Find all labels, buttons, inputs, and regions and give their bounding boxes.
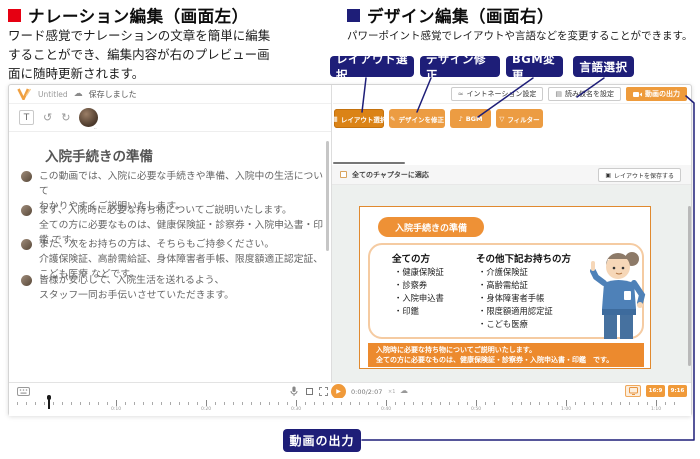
blue-square-bullet bbox=[347, 9, 360, 22]
titlebar: Untitled ☁ 保存しました bbox=[9, 85, 331, 104]
save-icon: ▣ bbox=[605, 172, 611, 179]
save-layout-label: レイアウトを保存する bbox=[614, 171, 674, 180]
grid-icon: ▦ bbox=[332, 115, 338, 123]
video-export-button[interactable]: 動画の出力 bbox=[626, 87, 687, 101]
ratio-9-16-button[interactable]: 9:16 bbox=[668, 385, 687, 397]
callout-bgm-change: BGM変更 bbox=[506, 56, 563, 77]
furigana-label: 読み仮名を設定 bbox=[565, 89, 614, 99]
filter-label: フィルター bbox=[507, 114, 539, 124]
playback-time: 0:00/2:07 bbox=[351, 388, 382, 396]
slide-col2-header: その他下記お持ちの方 bbox=[476, 251, 571, 265]
slide-canvas[interactable]: 入院手続きの準備 全ての方 健康保険証 診察券 入院申込書 印鑑 その他下記お持… bbox=[359, 206, 651, 369]
app-window: Untitled ☁ 保存しました ≈ イントネーション設定 ▤ 読み仮名を設定… bbox=[8, 84, 692, 416]
avatar-dots: ‥ bbox=[93, 125, 96, 131]
cloud-icon: ☁ bbox=[400, 386, 408, 395]
layout-select-label: レイアウト選択 bbox=[341, 114, 387, 124]
layout-select-button[interactable]: ▦ レイアウト選択 bbox=[334, 109, 384, 128]
intonation-settings-button[interactable]: ≈ イントネーション設定 bbox=[451, 87, 544, 101]
filter-button[interactable]: ▽ フィルター bbox=[496, 109, 543, 128]
chapter-options-row: 全てのチャプターに適応 ▣ レイアウトを保存する bbox=[332, 165, 691, 185]
apply-all-label: 全てのチャプターに適応 bbox=[352, 170, 429, 180]
slide-preview-area: 入院手続きの準備 全ての方 健康保険証 診察券 入院申込書 印鑑 その他下記お持… bbox=[332, 185, 691, 382]
paragraph-avatar[interactable] bbox=[21, 239, 32, 250]
timeline[interactable]: 0:10 0:20 0:30 0:40 0:50 1:00 1:10 bbox=[9, 398, 691, 416]
bgm-button[interactable]: ♪ BGM bbox=[450, 109, 491, 128]
video-export-label: 動画の出力 bbox=[645, 89, 680, 99]
timeline-label: 0:10 bbox=[111, 407, 121, 412]
monitor-icon bbox=[629, 387, 638, 395]
slide-col2-items: 介護保険証 高齢需給証 身体障害者手帳 限度額適用認定証 こども医療 bbox=[478, 266, 553, 331]
redo-icon[interactable]: ↻ bbox=[61, 112, 70, 123]
preview-scrollbar[interactable] bbox=[688, 206, 691, 366]
left-section-heading: ナレーション編集（画面左） bbox=[8, 3, 249, 27]
player-bar: ▶ 0:00/2:07 ×1 ☁ 16:9 9:16 bbox=[9, 382, 691, 398]
timeline-label: 0:40 bbox=[381, 407, 391, 412]
right-section-title: デザイン編集（画面右） bbox=[367, 3, 554, 27]
nurse-illustration bbox=[590, 247, 646, 341]
design-fix-button[interactable]: ✎ デザインを修正 bbox=[389, 109, 445, 128]
fullscreen-icon[interactable] bbox=[319, 387, 328, 396]
callout-video-export: 動画の出力 bbox=[283, 429, 361, 452]
narration-paragraph[interactable]: 皆様が安心して、入院生活を送れるよう、 スタッフ一同お手伝いさせていただきます。 bbox=[39, 273, 325, 303]
timeline-label: 0:20 bbox=[201, 407, 211, 412]
wave-icon: ≈ bbox=[458, 90, 464, 98]
timeline-label: 0:30 bbox=[291, 407, 301, 412]
timeline-label: 1:00 bbox=[561, 407, 571, 412]
slide-col1-header: 全ての方 bbox=[392, 251, 430, 265]
filter-icon: ▽ bbox=[499, 115, 504, 123]
play-icon: ▶ bbox=[336, 388, 341, 395]
tutorial-graphic: ナレーション編集（画面左） ワード感覚でナレーションの文章を簡単に編集 すること… bbox=[0, 0, 700, 459]
pencil-icon: ✎ bbox=[390, 115, 395, 123]
music-note-icon: ♪ bbox=[459, 115, 463, 123]
bgm-label: BGM bbox=[466, 115, 483, 123]
stop-icon[interactable] bbox=[306, 388, 313, 395]
right-section-heading: デザイン編集（画面右） bbox=[347, 3, 554, 27]
paragraph-avatar[interactable] bbox=[21, 205, 32, 216]
microphone-icon[interactable] bbox=[290, 386, 298, 397]
chapter-gap bbox=[503, 400, 506, 410]
video-camera-icon bbox=[633, 91, 642, 98]
right-section-description: パワーポイント感覚でレイアウトや言語などを変更することができます。 bbox=[347, 29, 697, 45]
timeline-label: 0:50 bbox=[471, 407, 481, 412]
saved-status: 保存しました bbox=[89, 89, 137, 100]
timeline-playhead[interactable] bbox=[48, 398, 50, 409]
callout-language-select: 言語選択 bbox=[573, 56, 634, 77]
callout-design-fix: デザイン修正 bbox=[420, 56, 500, 77]
design-fix-label: デザインを修正 bbox=[398, 114, 444, 124]
horizontal-scroll-indicator[interactable] bbox=[333, 162, 405, 164]
paragraph-avatar[interactable] bbox=[21, 275, 32, 286]
timeline-label: 1:10 bbox=[651, 407, 661, 412]
apply-all-checkbox[interactable] bbox=[340, 171, 347, 178]
slide-col1-items: 健康保険証 診察券 入院申込書 印鑑 bbox=[394, 266, 444, 318]
text-format-button[interactable]: T bbox=[19, 110, 34, 125]
red-square-bullet bbox=[8, 9, 21, 22]
app-logo bbox=[17, 88, 32, 100]
furigana-settings-button[interactable]: ▤ 読み仮名を設定 bbox=[548, 87, 621, 101]
slide-caption-band: 入院時に必要な持ち物についてご説明いたします。 全ての方に必要なものは、健康保険… bbox=[368, 343, 644, 367]
left-section-title: ナレーション編集（画面左） bbox=[28, 3, 249, 27]
cloud-sync-icon: ☁ bbox=[74, 89, 83, 99]
play-button[interactable]: ▶ bbox=[331, 384, 346, 399]
keyboard-icon[interactable] bbox=[17, 387, 30, 396]
save-layout-button[interactable]: ▣ レイアウトを保存する bbox=[598, 168, 681, 182]
design-topbar: ≈ イントネーション設定 ▤ 読み仮名を設定 動画の出力 bbox=[333, 85, 691, 104]
editor-toolbar: T ↺ ↻ ‥ bbox=[9, 104, 331, 132]
intonation-label: イントネーション設定 bbox=[467, 89, 537, 99]
editor-scrollbar[interactable] bbox=[326, 141, 329, 251]
playback-speed[interactable]: ×1 bbox=[388, 389, 395, 395]
callout-layout-select: レイアウト選択 bbox=[330, 56, 414, 77]
paragraph-avatar[interactable] bbox=[21, 171, 32, 182]
left-section-description: ワード感覚でナレーションの文章を簡単に編集 することができ、編集内容が右のプレビ… bbox=[8, 27, 328, 83]
file-name[interactable]: Untitled bbox=[38, 90, 68, 99]
narration-doc-title[interactable]: 入院手続きの準備 bbox=[45, 145, 153, 165]
display-mode-button[interactable] bbox=[625, 385, 641, 397]
undo-icon[interactable]: ↺ bbox=[43, 112, 52, 123]
ratio-16-9-button[interactable]: 16:9 bbox=[646, 385, 665, 397]
slide-title-badge: 入院手続きの準備 bbox=[378, 217, 484, 237]
book-icon: ▤ bbox=[555, 90, 562, 98]
